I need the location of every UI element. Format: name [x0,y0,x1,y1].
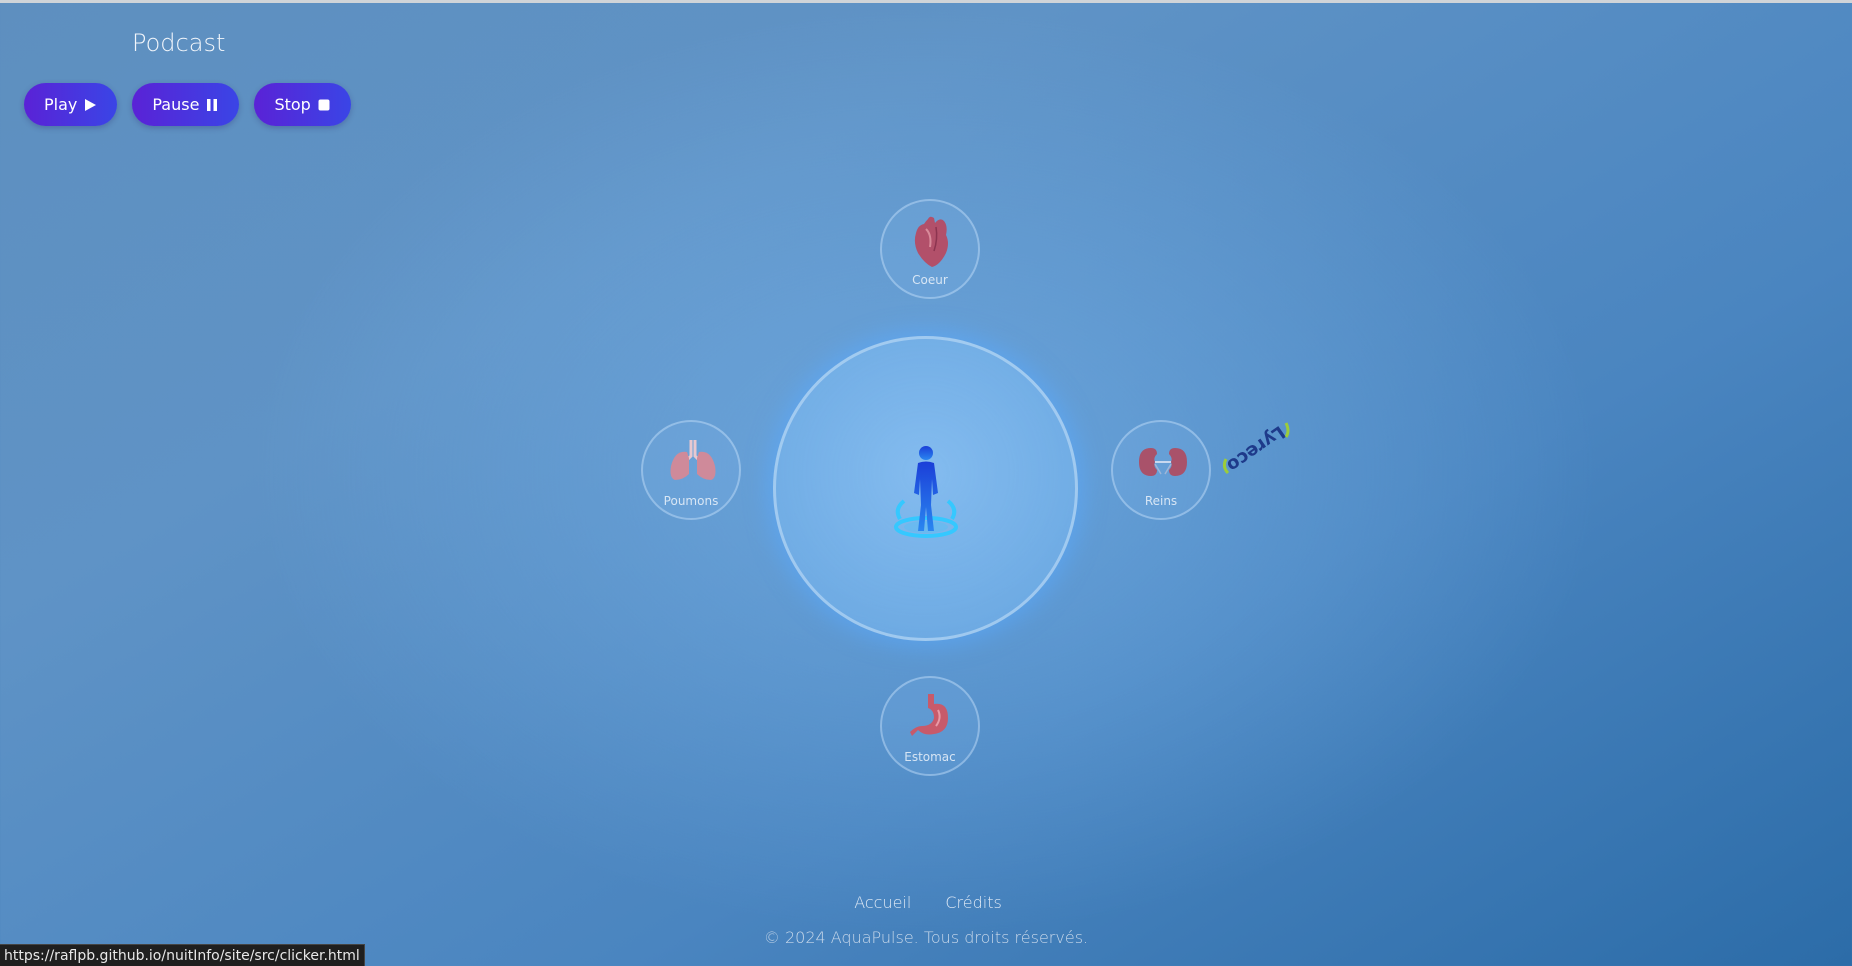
page-title: Podcast [132,29,226,57]
play-button[interactable]: Play [24,83,118,126]
organ-reins-button[interactable]: Reins [1111,420,1211,520]
stop-button[interactable]: Stop [254,83,351,126]
organ-reins-label: Reins [1144,494,1178,508]
organ-poumons-label: Poumons [663,494,719,508]
organ-coeur-label: Coeur [912,273,948,287]
footer-nav: Accueil Crédits [0,893,1852,912]
organ-poumons-button[interactable]: Poumons [641,420,741,520]
kidneys-icon [1139,448,1187,476]
pause-icon [205,98,219,112]
stop-icon [317,98,331,112]
status-bar-url: https://raflpb.github.io/nuitInfo/site/s… [0,944,365,966]
human-figure-icon[interactable] [878,443,974,543]
organ-estomac-label: Estomac [904,750,956,764]
lungs-icon [670,440,716,480]
stop-label: Stop [274,95,311,114]
organ-estomac-button[interactable]: Estomac [880,676,980,776]
pause-label: Pause [152,95,200,114]
lyreco-logo-text: Lyreco [1223,421,1289,476]
organ-coeur-button[interactable]: Coeur [880,199,980,299]
play-icon [83,98,97,112]
lyreco-logo[interactable]: Lyreco [1220,415,1292,483]
footer-link-accueil[interactable]: Accueil [854,893,911,912]
heart-icon [914,216,948,267]
podcast-controls: Play Pause Stop [24,83,351,126]
footer-link-credits[interactable]: Crédits [945,893,1001,912]
pause-button[interactable]: Pause [132,83,240,126]
stomach-icon [910,694,948,736]
play-label: Play [44,95,78,114]
